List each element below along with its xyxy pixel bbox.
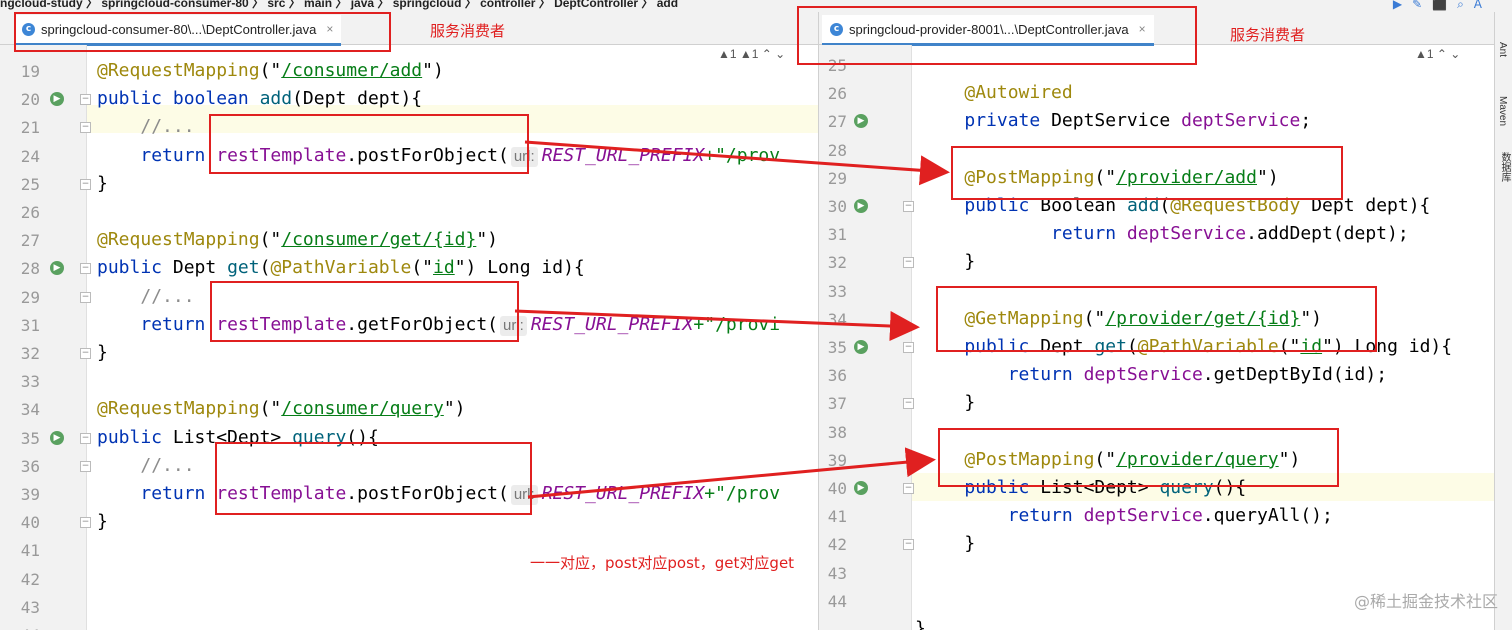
- arrow-add: [524, 140, 950, 186]
- mapping-note: 一一对应，post对应post，get对应get: [530, 554, 795, 572]
- mapping-arrows: [514, 140, 950, 499]
- arrow-query: [527, 447, 936, 499]
- watermark: @稀土掘金技术社区: [1353, 592, 1498, 611]
- arrow-get: [514, 309, 920, 342]
